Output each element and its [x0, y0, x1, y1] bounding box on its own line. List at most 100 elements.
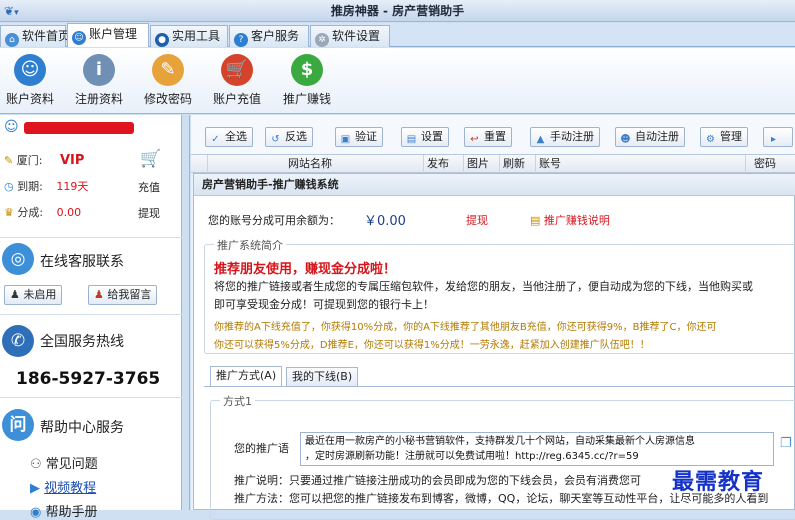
column-site-name[interactable]: 网站名称 — [207, 155, 423, 173]
slogan-textbox[interactable]: 最近在用一款房产的小秘书营销软件，支持群发几十个网站，自动采集最新个人房源信息 … — [300, 432, 774, 466]
manual-register-button[interactable]: ▲ 手动注册 — [530, 127, 600, 147]
tab-home[interactable]: ⌂ 软件首页 — [0, 25, 70, 47]
grid-check-column — [191, 155, 205, 173]
slogan-line-2: ，定时房源刷新功能！注册就可以免费试用啦！http://reg.6345.cc/… — [305, 451, 639, 462]
withdraw-link[interactable]: 提现 — [466, 212, 488, 228]
tab-promotion-method[interactable]: 推广方式(A) — [210, 366, 283, 386]
column-image[interactable]: 图片 — [463, 155, 499, 173]
gear-icon: ⚙ — [706, 134, 715, 145]
qq-icon: ♟ — [10, 288, 20, 301]
user-icon: ☺ — [4, 119, 19, 135]
promotion-explain-link[interactable]: ▤ 推广赚钱说明 — [530, 212, 610, 228]
hotline-title: 全国服务热线 — [40, 334, 124, 350]
tab-tools[interactable]: ● 实用工具 — [150, 25, 228, 47]
system-menu-icon[interactable]: ❦▾ — [4, 3, 26, 19]
main-area: ✓ 全选 ↺ 反选 ▣ 验证 ▤ 设置 ↩ 重置 ▲ 手动注册 ☻ 自动注册 ⚙ 管理 ▸ 网站… — [191, 115, 795, 520]
user-icon: ☺ — [72, 31, 86, 45]
phone-icon: ✆ — [2, 325, 34, 357]
home-icon: ⌂ — [5, 33, 19, 47]
change-password-button[interactable]: ✎ 修改密码 — [134, 52, 202, 112]
balance-value: ￥0.00 — [364, 214, 406, 229]
online-service-title: 在线客服联系 — [40, 254, 124, 270]
divider — [0, 237, 182, 239]
gear-icon: ✲ — [315, 33, 329, 47]
money-bag-icon: ♛ — [4, 206, 14, 219]
redacted-username — [24, 122, 134, 134]
qq-icon: ♟ — [94, 288, 104, 301]
key-icon: ✎ — [4, 154, 14, 167]
settings-icon: ▤ — [406, 134, 417, 145]
description-line: 推广说明：只要通过推广链接注册成功的会员即成为您的下线会员，会员有消费您可 — [234, 474, 641, 487]
slogan-line-1: 最近在用一款房产的小秘书营销软件，支持群发几十个网站，自动采集最新个人房源信息 — [305, 436, 695, 447]
tab-my-downline[interactable]: 我的下线(B) — [286, 367, 359, 387]
column-account[interactable]: 账号 — [535, 155, 745, 173]
manual-link[interactable]: ◉ 帮助手册 — [30, 501, 98, 520]
help-center-icon: 问 — [2, 409, 34, 441]
tab-customer-service[interactable]: ? 客户服务 — [229, 25, 309, 47]
faq-link[interactable]: ⚇ 常见问题 — [30, 453, 98, 472]
book-icon: ◉ — [30, 505, 42, 520]
user-profile-icon: ☺ — [14, 54, 46, 86]
cart-icon[interactable]: 🛒 — [140, 149, 161, 169]
tab-settings[interactable]: ✲ 软件设置 — [310, 25, 390, 47]
tab-divider — [204, 386, 795, 387]
panel-title: 房产营销助手-推广赚钱系统 — [194, 174, 795, 196]
expire-row: ◷ 到期: 119天 — [4, 180, 89, 193]
withdraw-link[interactable]: 提现 — [138, 205, 160, 221]
window-title-bar: 推房神器 - 房产营销助手 — [0, 0, 795, 22]
auto-register-button[interactable]: ☻ 自动注册 — [615, 127, 685, 147]
help-center-title: 帮助中心服务 — [40, 420, 124, 436]
manage-button[interactable]: ⚙ 管理 — [700, 127, 748, 147]
divider — [0, 314, 182, 316]
column-publish[interactable]: 发布 — [423, 155, 463, 173]
more-button[interactable]: ▸ — [763, 127, 793, 147]
divider — [0, 397, 182, 399]
account-profile-button[interactable]: ☺ 账户资料 — [0, 52, 64, 112]
promote-earn-button[interactable]: $ 推广赚钱 — [273, 52, 341, 112]
invert-icon: ↺ — [271, 134, 280, 145]
intro-line-2: 即可享受现金分成！可提现到您的银行卡上！ — [214, 298, 434, 311]
main-tab-strip: ⌂ 软件首页 ☺ 账户管理 ● 实用工具 ? 客户服务 ✲ 软件设置 — [0, 23, 795, 47]
account-recharge-button[interactable]: 🛒 账户充值 — [203, 52, 271, 112]
reset-icon: ↩ — [470, 134, 479, 145]
window-title: 推房神器 - 房产营销助手 — [330, 4, 465, 18]
registration-info-button[interactable]: i 注册资料 — [65, 52, 133, 112]
help-icon: ? — [234, 33, 248, 47]
select-all-button[interactable]: ✓ 全选 — [205, 127, 253, 147]
clock-icon: ◷ — [4, 180, 14, 193]
tab-account-management[interactable]: ☺ 账户管理 — [67, 23, 149, 47]
commission-line-2: 你还可以获得5%分成，D推荐E，你还可以获得1%分成！一劳永逸，赶紧加入创建推广… — [214, 340, 650, 351]
document-icon: ▤ — [530, 214, 541, 227]
video-tutorial-link[interactable]: ▶ 视频教程 — [30, 477, 96, 496]
check-icon: ✓ — [211, 134, 220, 145]
leave-message-button[interactable]: ♟ 给我留言 — [88, 285, 158, 305]
balance-label: 您的账号分成可用余额为： — [208, 214, 340, 227]
action-toolbar: ✓ 全选 ↺ 反选 ▣ 验证 ▤ 设置 ↩ 重置 ▲ 手动注册 ☻ 自动注册 ⚙ 管理 ▸ — [191, 115, 795, 155]
settings-button[interactable]: ▤ 设置 — [401, 127, 449, 147]
watermark: 最需教育 — [672, 469, 765, 495]
manual-register-icon: ▲ — [536, 134, 545, 145]
headset-icon: ◎ — [2, 243, 34, 275]
intro-line-1: 将您的推广链接或者生成您的专属压缩包软件，发给您的朋友，当他注册了，便自动成为您… — [214, 280, 753, 293]
copy-icon[interactable]: ❐ — [780, 436, 792, 451]
dollar-icon: $ — [291, 54, 323, 86]
reset-button[interactable]: ↩ 重置 — [464, 127, 512, 147]
verify-icon: ▣ — [340, 134, 351, 145]
info-user-icon: i — [83, 54, 115, 86]
pane-splitter[interactable] — [182, 115, 190, 510]
pencil-paper-icon: ✎ — [152, 54, 184, 86]
not-enabled-button[interactable]: ♟ 未启用 — [4, 285, 63, 305]
column-password[interactable]: 密码 — [745, 155, 795, 173]
video-icon: ▶ — [30, 481, 40, 496]
left-sidebar: ☺ ✎ 厦门: VIP 🛒 ◷ 到期: 119天 充值 ♛ 分成: 0.00 提… — [0, 115, 182, 520]
recharge-link[interactable]: 充值 — [138, 179, 160, 195]
auto-register-icon: ☻ — [620, 134, 631, 145]
method-legend: 方式1 — [220, 393, 255, 409]
commission-line-1: 你推荐的A下线充值了，你获得10%分成，你的A下线推荐了其他朋友B充值，你还可获… — [214, 322, 717, 333]
invert-select-button[interactable]: ↺ 反选 — [265, 127, 313, 147]
tools-icon: ● — [155, 33, 169, 47]
intro-legend: 推广系统简介 — [214, 237, 286, 253]
ribbon-toolbar: ☺ 账户资料 i 注册资料 ✎ 修改密码 🛒 账户充值 $ 推广赚钱 — [0, 48, 795, 114]
column-refresh[interactable]: 刷新 — [499, 155, 535, 173]
verify-button[interactable]: ▣ 验证 — [335, 127, 383, 147]
